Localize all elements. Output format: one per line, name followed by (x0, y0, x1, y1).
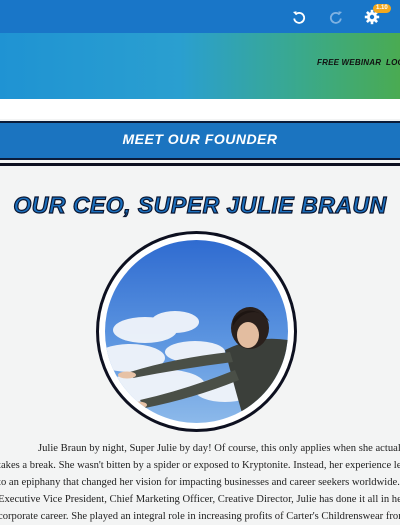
flying-woman-portrait (105, 240, 288, 423)
update-badge: 1.10 (373, 4, 391, 13)
site-header: FREE WEBINAR LOG (0, 33, 400, 99)
app-toolbar: 1.10 (0, 0, 400, 33)
bio-line: Executive Vice President, Chief Marketin… (0, 494, 400, 505)
nav-login-link[interactable]: LOG (386, 58, 400, 67)
bio-line: to an epiphany that changed her vision f… (0, 477, 400, 488)
bio-line: corporate career. She played an integral… (0, 511, 400, 522)
undo-icon (293, 11, 306, 24)
ceo-bio: Julie Braun by night, Super Julie by day… (0, 440, 400, 525)
nav-free-webinar-link[interactable]: FREE WEBINAR (317, 58, 381, 67)
section-divider (0, 163, 400, 166)
founder-section-banner: MEET OUR FOUNDER (0, 121, 400, 160)
ceo-heading: OUR CEO, SUPER JULIE BRAUN (13, 191, 387, 218)
founder-section-title: MEET OUR FOUNDER (122, 131, 278, 147)
bio-line: Julie Braun by night, Super Julie by day… (38, 443, 400, 454)
redo-button[interactable] (323, 4, 349, 30)
ceo-portrait (96, 231, 297, 432)
header-spacer (0, 99, 400, 119)
redo-icon (329, 11, 342, 24)
undo-button[interactable] (286, 4, 312, 30)
bio-line: takes a break. She wasn't bitten by a sp… (0, 460, 400, 471)
